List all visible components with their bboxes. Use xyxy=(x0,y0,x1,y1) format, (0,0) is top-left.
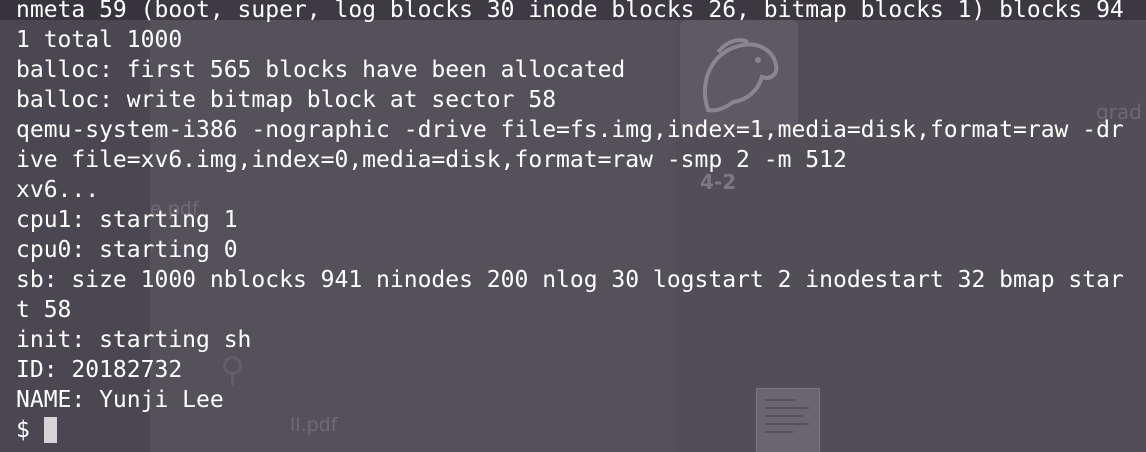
text-cursor xyxy=(43,417,57,443)
terminal-line: balloc: write bitmap block at sector 58 xyxy=(16,87,557,113)
screen: ⚲ 4-2 grad e.pdf ll.pdf nmeta 59 (boot, … xyxy=(0,0,1146,452)
terminal-line: cpu0: starting 0 xyxy=(16,237,238,263)
terminal-output: nmeta 59 (boot, super, log blocks 30 ino… xyxy=(16,0,1146,445)
terminal-line: init: starting sh xyxy=(16,327,252,353)
terminal-line: NAME: Yunji Lee xyxy=(16,387,224,413)
shell-prompt: $ xyxy=(16,417,30,443)
terminal-line: balloc: first 565 blocks have been alloc… xyxy=(16,57,626,83)
terminal-line: qemu-system-i386 -nographic -drive file=… xyxy=(16,117,1124,143)
terminal-line: nmeta 59 (boot, super, log blocks 30 ino… xyxy=(16,0,1124,23)
terminal-line: 1 total 1000 xyxy=(16,27,183,53)
terminal-line: sb: size 1000 nblocks 941 ninodes 200 nl… xyxy=(16,267,1124,293)
shell-prompt-line[interactable]: $ xyxy=(16,415,1146,445)
terminal-window[interactable]: nmeta 59 (boot, super, log blocks 30 ino… xyxy=(0,0,1146,452)
terminal-line: ID: 20182732 xyxy=(16,357,183,383)
terminal-line: ive file=xv6.img,index=0,media=disk,form… xyxy=(16,147,847,173)
terminal-line: t 58 xyxy=(16,297,72,323)
terminal-line: cpu1: starting 1 xyxy=(16,207,238,233)
terminal-line: xv6... xyxy=(16,177,100,203)
